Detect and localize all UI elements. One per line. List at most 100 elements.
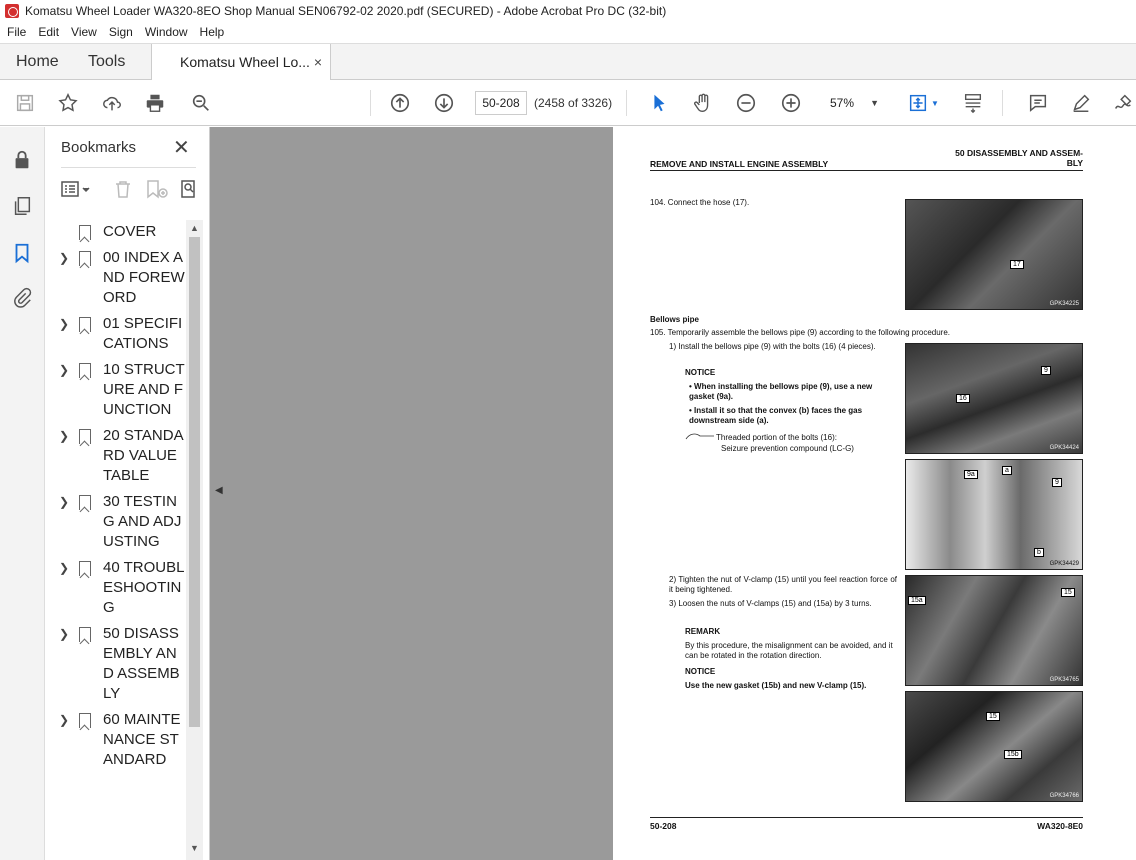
bookmark-icon [79,225,91,240]
lock-icon[interactable] [11,149,33,171]
scroll-down-button[interactable]: ▼ [186,840,203,856]
bookmark-icon [79,363,91,378]
bookmark-panel-icon[interactable] [11,242,33,264]
bookmark-item[interactable]: ❯ 30 TESTING AND ADJUSTING [45,492,190,552]
chevron-right-icon[interactable]: ❯ [59,363,71,377]
menu-view[interactable]: View [71,25,97,39]
bookmark-item[interactable]: ❯ 50 DISASSEMBLY AND ASSEMBLY [45,624,190,704]
chevron-right-icon[interactable]: ❯ [59,561,71,575]
tab-bar: Home Tools Komatsu Wheel Lo... × [0,43,1136,81]
divider [61,167,196,168]
zoom-search-icon[interactable] [188,90,214,116]
photo-label: 9 [1041,366,1051,375]
photo-label: 16 [956,394,970,403]
bookmark-item[interactable]: ❯ 01 SPECIFICATIONS [45,314,190,354]
pages-icon[interactable] [11,195,33,217]
left-rail [0,127,45,860]
chevron-down-icon: ▼ [870,98,879,108]
photo-code: GPK34424 [1049,445,1079,451]
toolbar-separator [1002,90,1003,116]
bookmark-item[interactable]: ❯ 60 MAINTENANCE STANDARD [45,710,190,770]
page-footer-model: WA320-8E0 [1037,821,1083,831]
pen-icon[interactable] [1068,90,1094,116]
tab-document-label: Komatsu Wheel Lo... [180,54,310,70]
bookmark-label: 30 TESTING AND ADJUSTING [103,493,182,550]
notice-bullet: • Install it so that the convex (b) face… [689,406,863,425]
compound-note: Seizure prevention compound (LC-G) [721,444,854,453]
print-icon[interactable] [142,90,168,116]
tab-home[interactable]: Home [16,44,59,80]
chevron-right-icon[interactable]: ❯ [59,429,71,443]
bookmark-item[interactable]: ❯ 40 TROUBLESHOOTING [45,558,190,618]
menu-sign[interactable]: Sign [109,25,133,39]
chevron-right-icon[interactable]: ❯ [59,627,71,641]
page-count: (2458 of 3326) [534,96,613,110]
zoom-out-icon[interactable] [733,90,759,116]
chevron-right-icon[interactable]: ❯ [59,713,71,727]
menu-help[interactable]: Help [200,25,225,39]
tab-close-button[interactable]: × [314,44,322,80]
bookmark-label: 00 INDEX AND FOREWORD [103,249,185,306]
bookmark-item[interactable]: ❯ 10 STRUCTURE AND FUNCTION [45,360,190,420]
scrollbar-thumb[interactable] [189,237,200,727]
acrobat-icon [5,4,19,18]
notice-heading: NOTICE [685,667,716,676]
footer-rule [650,817,1083,818]
attachment-icon[interactable] [11,287,33,309]
zoom-in-icon[interactable] [778,90,804,116]
close-icon[interactable]: ✕ [173,135,190,160]
photo-code: GPK34765 [1049,677,1079,683]
photo-code: GPK34429 [1049,561,1079,567]
bookmark-item[interactable]: ❯ 00 INDEX AND FOREWORD [45,248,190,308]
bookmark-icon [79,429,91,444]
scroll-up-button[interactable]: ▲ [186,220,203,236]
step-104: 104. Connect the hose (17). [650,198,750,207]
chevron-right-icon[interactable]: ❯ [59,251,71,265]
header-rule [650,170,1083,171]
zoom-select[interactable]: 57% ▼ [821,91,885,115]
zoom-value: 57% [830,96,855,110]
sign-icon[interactable] [1110,90,1136,116]
chevron-right-icon[interactable]: ❯ [59,317,71,331]
menu-file[interactable]: File [7,25,26,39]
photo-label: 15b [1004,750,1022,759]
fit-page-dropdown-icon[interactable]: ▼ [930,90,940,116]
toolbar-separator [626,90,627,116]
star-icon[interactable] [55,90,81,116]
hand-icon[interactable] [690,90,716,116]
bookmark-list: COVER ❯ 00 INDEX AND FOREWORD ❯ 01 SPECIFICA… [45,222,190,860]
tab-tools[interactable]: Tools [88,44,125,80]
bookmark-item[interactable]: ❯ 20 STANDARD VALUE TABLE [45,426,190,486]
page-number-input[interactable]: 50-208 [475,91,527,115]
chevron-right-icon[interactable]: ❯ [59,495,71,509]
bookmark-label: 60 MAINTENANCE STANDARD [103,711,181,768]
collapse-panel-button[interactable]: ◀ [215,485,223,496]
window-title: Komatsu Wheel Loader WA320-8EO Shop Manu… [25,4,667,18]
bookmarks-title: Bookmarks [61,139,137,156]
menu-edit[interactable]: Edit [38,25,59,39]
photo-label: 15 [986,712,1000,721]
delete-icon[interactable] [113,179,133,199]
section-title: Bellows pipe [650,315,699,324]
title-bar: Komatsu Wheel Loader WA320-8EO Shop Manu… [0,0,1136,22]
arrow-up-icon[interactable] [387,90,413,116]
save-icon[interactable] [12,90,38,116]
cursor-icon[interactable] [646,90,672,116]
scroll-mode-icon[interactable] [960,90,986,116]
tab-document[interactable]: Komatsu Wheel Lo... × [151,44,331,81]
bookmark-icon [79,713,91,728]
photo-gasket-diagram: 9a a 9 b GPK34429 [905,459,1083,570]
comment-icon[interactable] [1025,90,1051,116]
bookmark-search-icon[interactable] [179,179,199,199]
arrow-down-icon[interactable] [431,90,457,116]
menu-window[interactable]: Window [145,25,188,39]
options-menu-icon[interactable] [61,179,93,199]
photo-gasket-clamp: 15 15b GPK34766 [905,691,1083,802]
remark-heading: REMARK [685,627,721,636]
notice-text: Use the new gasket (15b) and new V-clamp… [685,681,867,690]
bookmark-item[interactable]: COVER [45,222,190,242]
upload-icon[interactable] [99,90,125,116]
fit-page-icon[interactable] [905,90,931,116]
substep-3: 3) Loosen the nuts of V-clamps (15) and … [669,599,872,608]
new-bookmark-icon[interactable] [145,179,169,199]
